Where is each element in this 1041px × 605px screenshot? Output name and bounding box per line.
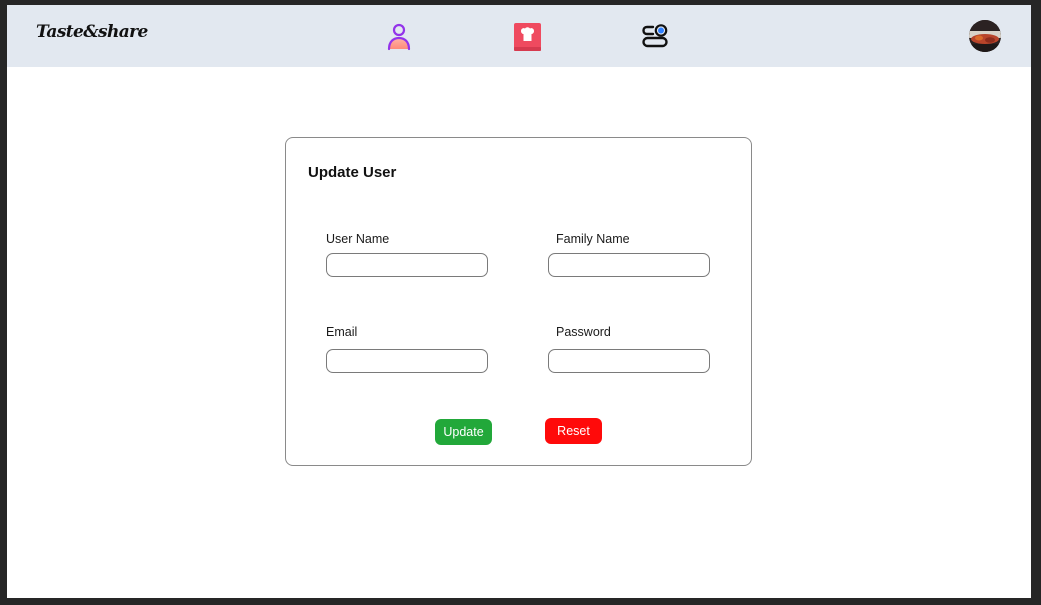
password-input[interactable] <box>548 349 710 373</box>
brand-logo[interactable]: Taste&share <box>36 22 148 42</box>
family-name-label: Family Name <box>556 232 630 246</box>
user-name-label: User Name <box>326 232 390 246</box>
update-button[interactable]: Update <box>435 419 492 445</box>
top-navigation-bar: Taste&share <box>7 5 1031 67</box>
update-user-form: Update User User Name Family Name Email … <box>285 137 752 466</box>
user-icon[interactable] <box>384 22 414 52</box>
family-name-input[interactable] <box>548 253 710 277</box>
email-label: Email <box>326 325 358 339</box>
recipe-book-icon[interactable] <box>512 22 542 52</box>
form-title: Update User <box>308 164 397 181</box>
settings-toggle-icon[interactable] <box>640 22 670 52</box>
email-input[interactable] <box>326 349 488 373</box>
avatar-icon[interactable] <box>969 20 1001 52</box>
reset-button[interactable]: Reset <box>545 418 602 444</box>
password-label: Password <box>556 325 611 339</box>
user-name-input[interactable] <box>326 253 488 277</box>
app-window: Taste&share Update User User Name Family… <box>7 5 1031 598</box>
